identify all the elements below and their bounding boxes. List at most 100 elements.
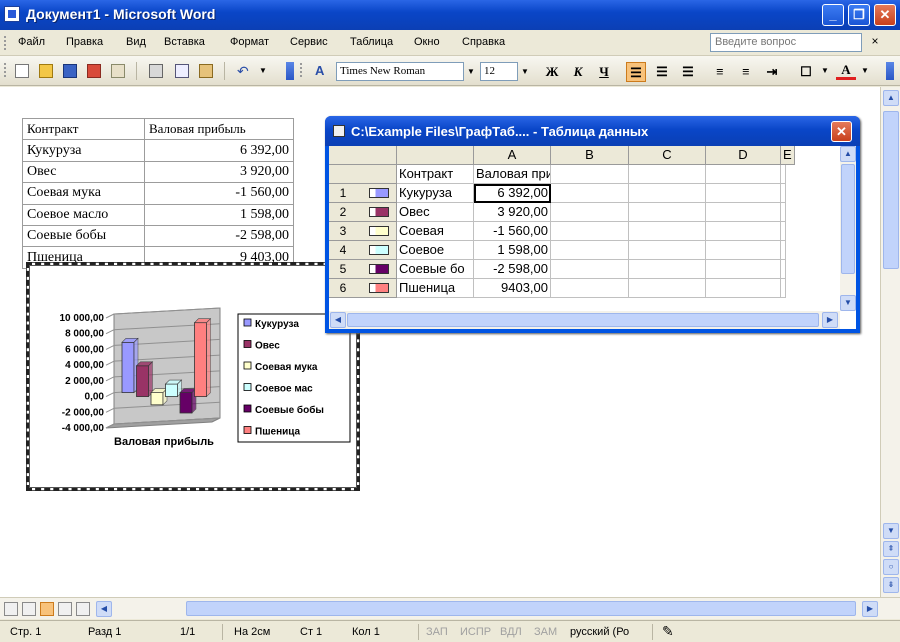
menu-file[interactable]: Файл [18,36,45,48]
datasheet-cell[interactable]: 3 920,00 [474,203,551,222]
document-close-icon[interactable]: × [868,34,882,48]
table-cell[interactable]: Овес [22,160,145,184]
datasheet-cell[interactable] [551,279,629,298]
column-header[interactable]: A [474,146,551,165]
table-cell[interactable]: Соевая мука [22,182,145,205]
datasheet-cell[interactable] [551,222,629,241]
next-page-icon[interactable]: ⇟ [883,577,899,593]
row-header[interactable]: 3 [329,222,397,241]
menu-grip[interactable] [4,36,7,50]
datasheet-cell[interactable] [551,260,629,279]
table-header-cell[interactable]: Валовая прибыль [144,117,294,141]
close-button[interactable]: ✕ [874,4,896,26]
indent-button[interactable]: ⇥ [762,62,782,82]
datasheet-cell[interactable] [551,165,629,184]
datasheet-cell[interactable] [706,184,781,203]
status-trk[interactable]: ИСПР [460,626,491,638]
scroll-down-icon[interactable]: ▼ [840,295,856,311]
table-cell[interactable]: Соевое масло [22,203,145,226]
table-cell[interactable]: -1 560,00 [144,182,294,205]
datasheet-cell[interactable] [629,203,706,222]
datasheet-cell[interactable] [781,184,786,203]
column-header[interactable]: C [629,146,706,165]
menu-help[interactable]: Справка [462,36,505,48]
align-right-button[interactable]: ☰ [678,62,698,82]
font-size-dropdown-icon[interactable]: ▼ [518,63,532,80]
table-cell[interactable]: 3 920,00 [144,160,294,184]
toolbar-chevron[interactable] [886,62,894,80]
font-color-dropdown-icon[interactable]: ▼ [858,62,872,79]
table-header-cell[interactable]: Контракт [22,117,145,141]
align-left-button[interactable]: ☰ [626,62,646,82]
word-table[interactable]: Контракт Валовая прибыль Кукуруза 6 392,0… [22,117,294,269]
row-header[interactable]: 2 [329,203,397,222]
status-ext[interactable]: ВДЛ [500,626,522,638]
datasheet-cell[interactable]: Соевые бо [397,260,474,279]
toolbar-grip[interactable] [4,63,7,77]
datasheet-cell[interactable] [781,241,786,260]
font-size-select[interactable]: 12 [480,62,518,81]
table-cell[interactable]: 1 598,00 [144,203,294,226]
datasheet-close-button[interactable]: ✕ [831,121,852,142]
corner-cell[interactable] [329,146,397,165]
column-header[interactable]: D [706,146,781,165]
menu-insert[interactable]: Вставка [164,36,205,48]
permission-button[interactable] [84,61,104,81]
styles-button[interactable]: A [312,61,332,81]
font-name-select[interactable]: Times New Roman [336,62,464,81]
status-position[interactable]: На 2см [234,626,270,638]
scroll-left-icon[interactable]: ◀ [96,601,112,617]
reading-view-icon[interactable] [76,602,90,616]
font-name-dropdown-icon[interactable]: ▼ [464,63,478,80]
row-header[interactable] [329,165,397,184]
undo-button[interactable]: ↶ [234,61,254,81]
format-toolbar-grip[interactable] [300,63,303,77]
datasheet-cell[interactable] [629,260,706,279]
vertical-scrollbar[interactable]: ▲ ▼ ⇞ ○ ⇟ [880,87,900,597]
column-header[interactable] [397,146,474,165]
datasheet-cell[interactable] [551,241,629,260]
datasheet-cell[interactable]: Валовая прибыль [474,165,551,184]
datasheet-cell[interactable] [629,184,706,203]
datasheet-cell[interactable] [706,260,781,279]
borders-dropdown-icon[interactable]: ▼ [818,62,832,79]
font-color-button[interactable]: A [836,62,856,80]
hscroll-thumb[interactable] [186,601,856,616]
vscroll-thumb[interactable] [883,111,899,269]
status-section[interactable]: Разд 1 [88,626,121,638]
scroll-left-icon[interactable]: ◀ [330,312,346,328]
table-cell[interactable]: 6 392,00 [144,139,294,162]
datasheet-cell[interactable] [706,165,781,184]
datasheet-cell[interactable]: -1 560,00 [474,222,551,241]
datasheet-cell[interactable] [551,184,629,203]
column-header[interactable]: E [781,146,795,165]
datasheet-cell[interactable] [551,203,629,222]
save-button[interactable] [60,61,80,81]
underline-button[interactable]: Ч [594,62,614,82]
datasheet-cell[interactable] [629,279,706,298]
row-header[interactable]: 1 [329,184,397,203]
datasheet-cell[interactable] [706,203,781,222]
menu-window[interactable]: Окно [414,36,440,48]
bold-button[interactable]: Ж [542,62,562,82]
datasheet-cell[interactable] [706,279,781,298]
table-cell[interactable]: -2 598,00 [144,224,294,248]
datasheet-cell[interactable]: Контракт [397,165,474,184]
align-center-button[interactable]: ☰ [652,62,672,82]
table-cell[interactable]: Соевые бобы [22,224,145,248]
undo-dropdown[interactable]: ▼ [256,61,276,81]
datasheet-cell[interactable] [706,222,781,241]
datasheet-cell[interactable] [781,279,786,298]
scroll-down-icon[interactable]: ▼ [883,523,899,539]
normal-view-icon[interactable] [4,602,18,616]
datasheet-cell[interactable]: Овес [397,203,474,222]
datasheet-cell[interactable] [781,222,786,241]
menu-tools[interactable]: Сервис [290,36,328,48]
datasheet-window[interactable]: C:\Example Files\ГрафТаб.... - Таблица д… [325,116,860,333]
datasheet-cell[interactable]: 6 392,00 [474,184,551,203]
scroll-right-icon[interactable]: ▶ [862,601,878,617]
menu-view[interactable]: Вид [126,36,146,48]
datasheet-cell[interactable] [629,165,706,184]
bulleted-list-button[interactable]: ≡ [736,62,756,82]
word-app-icon[interactable] [4,6,20,22]
